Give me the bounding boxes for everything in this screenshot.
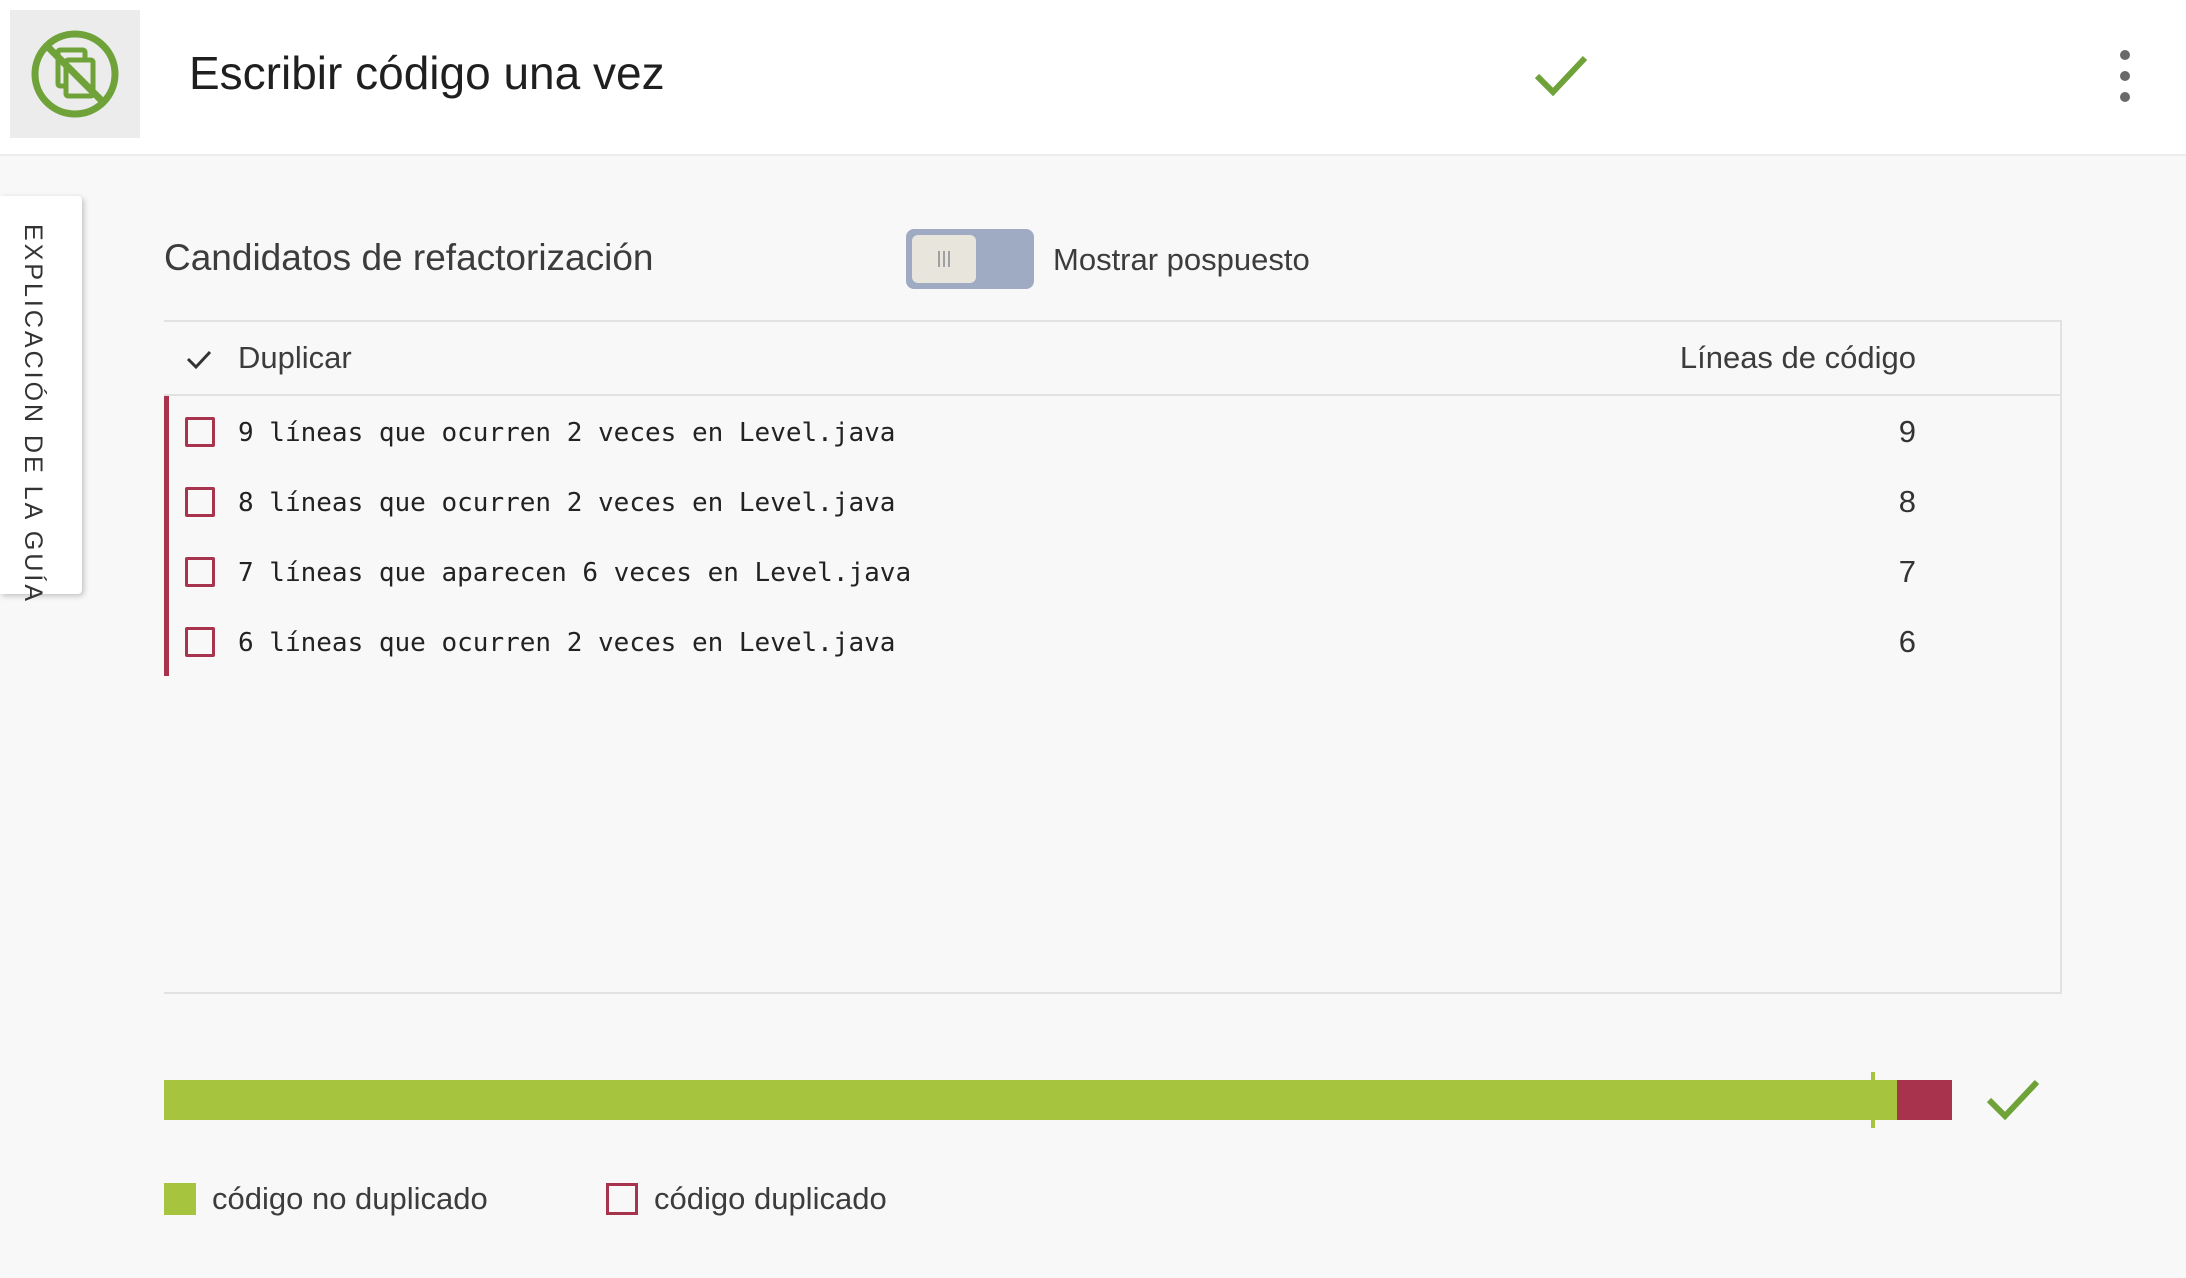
row-description: 6 líneas que ocurren 2 veces en Level.ja… (238, 628, 896, 658)
table-row[interactable]: 8 líneas que ocurren 2 veces en Level.ja… (169, 466, 2060, 536)
table-header: Duplicar Líneas de código (164, 322, 2060, 396)
select-all-check-icon[interactable] (184, 344, 214, 374)
app-header: Escribir código una vez (0, 0, 2186, 156)
legend-duplicated: código duplicado (606, 1179, 887, 1219)
legend-swatch-red (606, 1183, 638, 1215)
table-row[interactable]: 6 líneas que ocurren 2 veces en Level.ja… (169, 606, 2060, 676)
row-lines-count: 8 (1898, 484, 1916, 519)
row-checkbox[interactable] (185, 417, 215, 447)
row-checkbox[interactable] (185, 557, 215, 587)
row-checkbox[interactable] (185, 487, 215, 517)
more-vert-icon[interactable] (2110, 50, 2140, 102)
no-copy-icon (31, 30, 119, 118)
guide-explanation-tab[interactable]: EXPLICACIÓN DE LA GUÍA (0, 196, 82, 604)
duplication-progress-bar (164, 1072, 1952, 1128)
legend-label: código no duplicado (212, 1181, 488, 1216)
table-row[interactable]: 9 líneas que ocurren 2 veces en Level.ja… (169, 396, 2060, 466)
row-lines-count: 6 (1898, 624, 1916, 659)
row-checkbox[interactable] (185, 627, 215, 657)
page-title: Escribir código una vez (189, 47, 665, 99)
section-title: Candidatos de refactorización (164, 237, 654, 278)
toggle-knob (912, 235, 976, 283)
column-header-lines[interactable]: Líneas de código (1680, 338, 1916, 378)
non-duplicated-fill (164, 1080, 1897, 1120)
show-postponed-toggle[interactable] (906, 229, 1034, 289)
row-description: 8 líneas que ocurren 2 veces en Level.ja… (238, 488, 896, 518)
legend-swatch-green (164, 1183, 196, 1215)
target-marker (1871, 1072, 1875, 1128)
row-lines-count: 9 (1898, 414, 1916, 449)
goal-met-check-icon (1986, 1079, 2040, 1121)
row-lines-count: 7 (1898, 554, 1916, 589)
table-row[interactable]: 7 líneas que aparecen 6 veces en Level.j… (169, 536, 2060, 606)
row-description: 7 líneas que aparecen 6 veces en Level.j… (238, 558, 912, 588)
checkmark-icon (1534, 55, 1588, 97)
app-logo (10, 10, 140, 138)
row-description: 9 líneas que ocurren 2 veces en Level.ja… (238, 418, 896, 448)
guide-explanation-label: EXPLICACIÓN DE LA GUÍA (19, 224, 47, 604)
refactoring-candidates-table: Duplicar Líneas de código 9 líneas que o… (164, 320, 2062, 994)
legend-non-duplicated: código no duplicado (164, 1179, 488, 1219)
column-header-duplicate[interactable]: Duplicar (238, 338, 352, 378)
show-postponed-label: Mostrar pospuesto (1053, 242, 1310, 277)
table-body: 9 líneas que ocurren 2 veces en Level.ja… (164, 396, 2060, 676)
legend-label: código duplicado (654, 1181, 887, 1216)
